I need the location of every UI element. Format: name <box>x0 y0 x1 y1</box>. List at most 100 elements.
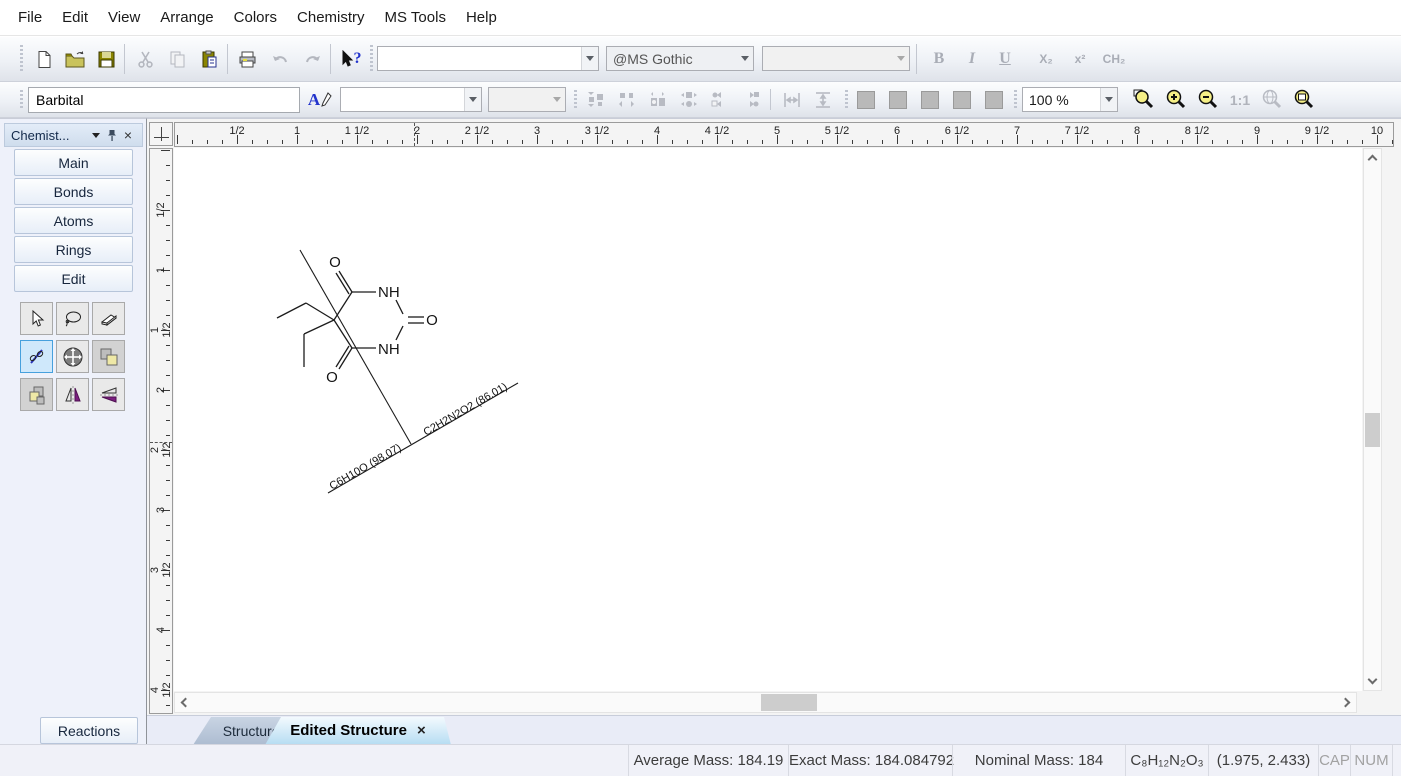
molecule-barbital[interactable]: O NH O NH O C6H10O (98.07) C2H2N2O2 (86.… <box>174 148 1362 691</box>
context-help-button[interactable]: ? <box>337 45 365 73</box>
push-left-button[interactable] <box>706 87 734 113</box>
style-box-button-1[interactable] <box>852 87 880 113</box>
tab-edited-structure[interactable]: Edited Structure × <box>265 717 451 745</box>
underline-button[interactable]: U <box>991 45 1019 73</box>
align-stack-button[interactable] <box>644 87 672 113</box>
sidebar-item-bonds[interactable]: Bonds <box>14 178 133 205</box>
combo-arrow-icon[interactable] <box>581 47 598 70</box>
send-to-back-tool-button[interactable] <box>20 378 53 411</box>
zoom-out-button[interactable] <box>1194 87 1222 113</box>
superscript-button[interactable]: x² <box>1066 45 1094 73</box>
fit-height-button[interactable] <box>809 87 837 113</box>
sidebar-item-main[interactable]: Main <box>14 149 133 176</box>
combo-arrow-icon[interactable] <box>464 88 481 111</box>
fragment-label-left[interactable]: C6H10O (98.07) <box>328 442 404 493</box>
bold-button[interactable]: B <box>925 45 953 73</box>
copy-button[interactable] <box>163 45 191 73</box>
scroll-right-icon[interactable] <box>1339 694 1356 711</box>
select-tool-button[interactable] <box>20 302 53 335</box>
style-box-button-3[interactable] <box>916 87 944 113</box>
panel-pin-icon[interactable] <box>104 127 120 143</box>
undo-button[interactable] <box>266 45 294 73</box>
toolbar-grip[interactable] <box>370 45 373 73</box>
push-right-button[interactable] <box>737 87 765 113</box>
zoom-all-button[interactable] <box>1258 87 1286 113</box>
sidebar-item-rings[interactable]: Rings <box>14 236 133 263</box>
redo-button[interactable] <box>298 45 326 73</box>
subscript-button[interactable]: X₂ <box>1032 45 1060 73</box>
bring-to-front-tool-button[interactable] <box>92 340 125 373</box>
template-combo[interactable] <box>340 87 482 112</box>
style-box-button-4[interactable] <box>948 87 976 113</box>
atom-label-o-top[interactable]: O <box>329 254 341 271</box>
menu-chemistry[interactable]: Chemistry <box>287 0 375 36</box>
flip-vertical-tool-button[interactable] <box>92 378 125 411</box>
zoom-level-combo[interactable]: 100 % <box>1022 87 1118 112</box>
atom-label-nh-bottom[interactable]: NH <box>378 341 400 358</box>
edit-bond-tool-button[interactable] <box>20 340 53 373</box>
sidebar-item-atoms[interactable]: Atoms <box>14 207 133 234</box>
chemistry-panel-header[interactable]: Chemist... × <box>4 123 143 147</box>
menu-edit[interactable]: Edit <box>52 0 98 36</box>
menu-ms-tools[interactable]: MS Tools <box>375 0 456 36</box>
distribute-horizontal-button[interactable] <box>613 87 641 113</box>
zoom-page-button[interactable] <box>1290 87 1318 113</box>
document-page[interactable]: O NH O NH O C6H10O (98.07) C2H2N2O2 (86.… <box>174 148 1362 691</box>
panel-close-icon[interactable]: × <box>120 127 136 143</box>
font-properties-button[interactable]: A <box>306 87 334 113</box>
scroll-up-icon[interactable] <box>1364 149 1381 166</box>
cut-button[interactable] <box>131 45 159 73</box>
menu-file[interactable]: File <box>8 0 52 36</box>
font-size-combo[interactable] <box>762 46 910 71</box>
toolbar-grip[interactable] <box>20 45 23 73</box>
structure-name-input[interactable] <box>28 87 300 113</box>
lasso-select-tool-button[interactable] <box>56 302 89 335</box>
paste-button[interactable] <box>195 45 223 73</box>
atom-label-o-bottom[interactable]: O <box>326 369 338 386</box>
combo-arrow-icon[interactable] <box>736 47 753 70</box>
align-center-button[interactable] <box>675 87 703 113</box>
combo-arrow-icon[interactable] <box>1100 88 1117 111</box>
print-button[interactable] <box>234 45 262 73</box>
atom-label-nh-top[interactable]: NH <box>378 284 400 301</box>
style-combo[interactable] <box>377 46 599 71</box>
zoom-select-button[interactable] <box>1130 87 1158 113</box>
toolbar-grip[interactable] <box>574 90 577 109</box>
toolbar-grip[interactable] <box>1014 90 1017 109</box>
panel-menu-icon[interactable] <box>88 127 104 143</box>
menu-colors[interactable]: Colors <box>224 0 287 36</box>
horizontal-scroll-thumb[interactable] <box>761 694 817 711</box>
italic-button[interactable]: I <box>958 45 986 73</box>
scroll-down-icon[interactable] <box>1364 673 1381 690</box>
scroll-left-icon[interactable] <box>175 694 192 711</box>
horizontal-scrollbar[interactable] <box>174 692 1357 713</box>
style-box-button-5[interactable] <box>980 87 1008 113</box>
ch2-label-button[interactable]: CH₂ <box>1100 45 1128 73</box>
save-button[interactable] <box>92 45 120 73</box>
open-button[interactable] <box>61 45 89 73</box>
reactions-button[interactable]: Reactions <box>40 717 138 744</box>
sidebar-item-edit[interactable]: Edit <box>14 265 133 292</box>
eraser-tool-button[interactable] <box>92 302 125 335</box>
font-combo[interactable]: @MS Gothic <box>606 46 754 71</box>
vertical-scroll-thumb[interactable] <box>1365 413 1380 447</box>
style-box-button-2[interactable] <box>884 87 912 113</box>
fragment-label-right[interactable]: C2H2N2O2 (86.01) <box>422 381 510 439</box>
vertical-scrollbar[interactable] <box>1363 148 1382 691</box>
distribute-vertical-button[interactable] <box>582 87 610 113</box>
menu-arrange[interactable]: Arrange <box>150 0 223 36</box>
toolbar-grip[interactable] <box>20 90 23 109</box>
small-combo[interactable] <box>488 87 566 112</box>
fit-width-button[interactable] <box>778 87 806 113</box>
move-tool-button[interactable] <box>56 340 89 373</box>
combo-arrow-icon[interactable] <box>892 47 909 70</box>
tab-close-icon[interactable]: × <box>417 717 426 745</box>
new-document-button[interactable] <box>30 45 58 73</box>
menu-view[interactable]: View <box>98 0 150 36</box>
flip-horizontal-tool-button[interactable] <box>56 378 89 411</box>
zoom-in-button[interactable] <box>1162 87 1190 113</box>
menu-help[interactable]: Help <box>456 0 507 36</box>
combo-arrow-icon[interactable] <box>548 88 565 111</box>
toolbar-grip[interactable] <box>845 90 848 109</box>
atom-label-o-right[interactable]: O <box>426 312 438 329</box>
